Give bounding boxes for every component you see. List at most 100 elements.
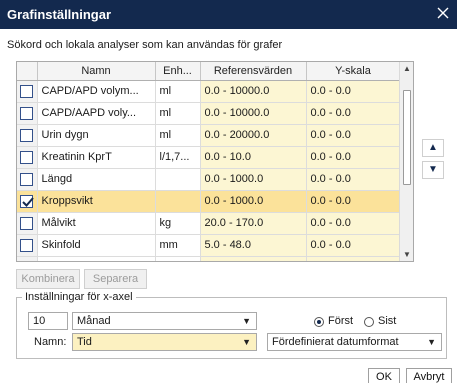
- cell-reference: 0.0 - 1000.0: [200, 168, 307, 191]
- checkbox[interactable]: [20, 260, 34, 261]
- analysis-table: Namn Enh... Referensvärden Y-skala CAPD/…: [16, 61, 414, 262]
- cell-unit: ml: [155, 80, 201, 103]
- cancel-button[interactable]: Avbryt: [406, 368, 452, 383]
- cell-yscale: 0.0 - 0.0: [306, 256, 401, 261]
- column-header-unit[interactable]: Enh...: [155, 62, 201, 81]
- xaxis-name-label: Namn:: [34, 336, 67, 348]
- table-header-row: Namn Enh... Referensvärden Y-skala: [17, 62, 401, 81]
- cell-name: Skinfold: [37, 234, 156, 257]
- table-row[interactable]: Midpoint Ccm15.0 - 45.00.0 - 0.0: [17, 256, 401, 261]
- cell-yscale: 0.0 - 0.0: [306, 190, 401, 213]
- row-checkbox-cell: [17, 102, 38, 125]
- checkbox[interactable]: [20, 216, 34, 230]
- chevron-down-icon: ▼: [242, 316, 251, 326]
- scroll-down-icon[interactable]: ▼: [403, 251, 411, 259]
- table-row[interactable]: Målvikt kg 20.0 - 170.0 0.0 - 0.0: [17, 212, 401, 235]
- move-down-button[interactable]: ▼: [422, 161, 444, 179]
- cell-yscale: 0.0 - 0.0: [306, 102, 401, 125]
- cell-name: Kreatinin KprT: [37, 146, 156, 169]
- checkbox-checked-icon[interactable]: [20, 194, 35, 208]
- row-checkbox-cell: [17, 80, 38, 103]
- column-header-name[interactable]: Namn: [37, 62, 156, 81]
- cell-yscale: 0.0 - 0.0: [306, 146, 401, 169]
- arrow-down-icon: ▼: [428, 164, 438, 175]
- table-row[interactable]: CAPD/AAPD voly... ml 0.0 - 10000.0 0.0 - 0.…: [17, 102, 401, 125]
- cell-yscale: 0.0 - 0.0: [306, 168, 401, 191]
- cell-reference: 5.0 - 48.0: [200, 234, 307, 257]
- checkbox[interactable]: [20, 128, 34, 142]
- cell-yscale: 0.0 - 0.0: [306, 80, 401, 103]
- cell-name: CAPD/APD volym...: [37, 80, 156, 103]
- position-first-label: Först: [328, 315, 354, 327]
- window-title: Grafinställningar: [7, 7, 112, 22]
- grid-description: Sökord och lokala analyser som kan använ…: [7, 39, 283, 51]
- checkbox[interactable]: [20, 238, 34, 252]
- cell-reference: 0.0 - 10.0: [200, 146, 307, 169]
- table-row[interactable]: Längd 0.0 - 1000.0 0.0 - 0.0: [17, 168, 401, 191]
- cell-unit: kg: [155, 212, 201, 235]
- cell-unit: cm: [155, 256, 201, 261]
- table-row[interactable]: Kreatinin KprT l/1,7... 0.0 - 10.0 0.0 - 0.…: [17, 146, 401, 169]
- combine-button[interactable]: Kombinera: [16, 269, 80, 289]
- xaxis-name-value: Tid: [77, 336, 92, 348]
- move-up-button[interactable]: ▲: [422, 139, 444, 157]
- chevron-down-icon: ▼: [427, 337, 436, 347]
- row-checkbox-cell: [17, 124, 38, 147]
- table-row[interactable]: Skinfold mm 5.0 - 48.0 0.0 - 0.0: [17, 234, 401, 257]
- date-format-select[interactable]: Fördefinierat datumformat ▼: [267, 333, 442, 351]
- interval-count-input[interactable]: 10: [28, 312, 68, 330]
- cell-name: Kroppsvikt: [37, 190, 156, 213]
- vertical-scrollbar[interactable]: ▲ ▼: [399, 62, 413, 261]
- cell-reference: 0.0 - 10000.0: [200, 80, 307, 103]
- checkbox[interactable]: [20, 150, 34, 164]
- row-checkbox-cell: [17, 256, 38, 261]
- scrollbar-thumb[interactable]: [403, 90, 411, 185]
- cell-unit: mm: [155, 234, 201, 257]
- cell-name: CAPD/AAPD voly...: [37, 102, 156, 125]
- arrow-up-icon: ▲: [428, 142, 438, 153]
- row-checkbox-cell: [17, 146, 38, 169]
- cell-name: Urin dygn: [37, 124, 156, 147]
- date-format-value: Fördefinierat datumformat: [272, 336, 399, 348]
- checkbox[interactable]: [20, 172, 34, 186]
- row-checkbox-cell: [17, 190, 38, 213]
- scroll-up-icon[interactable]: ▲: [403, 65, 411, 73]
- table-row[interactable]: Kroppsvikt 0.0 - 1000.0 0.0 - 0.0: [17, 190, 401, 213]
- cell-unit: l/1,7...: [155, 146, 201, 169]
- table-row[interactable]: Urin dygn ml 0.0 - 20000.0 0.0 - 0.0: [17, 124, 401, 147]
- interval-unit-value: Månad: [77, 315, 111, 327]
- column-header-check: [17, 62, 38, 81]
- cell-reference: 0.0 - 1000.0: [200, 190, 307, 213]
- cell-reference: 0.0 - 20000.0: [200, 124, 307, 147]
- table-row[interactable]: CAPD/APD volym... ml 0.0 - 10000.0 0.0 - 0.…: [17, 80, 401, 103]
- chevron-down-icon: ▼: [242, 337, 251, 347]
- position-last-radio[interactable]: [364, 317, 374, 327]
- row-checkbox-cell: [17, 168, 38, 191]
- cell-unit: [155, 190, 201, 213]
- position-first-radio[interactable]: [314, 317, 324, 327]
- separate-button[interactable]: Separera: [84, 269, 147, 289]
- cell-reference: 15.0 - 45.0: [200, 256, 307, 261]
- cell-name: Målvikt: [37, 212, 156, 235]
- cell-unit: ml: [155, 102, 201, 125]
- checkbox[interactable]: [20, 106, 34, 120]
- row-checkbox-cell: [17, 212, 38, 235]
- cell-yscale: 0.0 - 0.0: [306, 212, 401, 235]
- close-icon[interactable]: [435, 5, 451, 21]
- column-header-yscale[interactable]: Y-skala: [306, 62, 401, 81]
- xaxis-name-select[interactable]: Tid ▼: [72, 333, 257, 351]
- cell-unit: ml: [155, 124, 201, 147]
- interval-unit-select[interactable]: Månad ▼: [72, 312, 257, 330]
- position-last-label: Sist: [378, 315, 397, 327]
- cell-reference: 20.0 - 170.0: [200, 212, 307, 235]
- cell-name: Midpoint C: [37, 256, 156, 261]
- row-checkbox-cell: [17, 234, 38, 257]
- ok-button[interactable]: OK: [368, 368, 400, 383]
- checkbox[interactable]: [20, 84, 34, 98]
- xaxis-settings-label: Inställningar för x-axel: [22, 291, 136, 303]
- column-header-reference[interactable]: Referensvärden: [200, 62, 307, 81]
- cell-name: Längd: [37, 168, 156, 191]
- cell-yscale: 0.0 - 0.0: [306, 234, 401, 257]
- cell-unit: [155, 168, 201, 191]
- cell-yscale: 0.0 - 0.0: [306, 124, 401, 147]
